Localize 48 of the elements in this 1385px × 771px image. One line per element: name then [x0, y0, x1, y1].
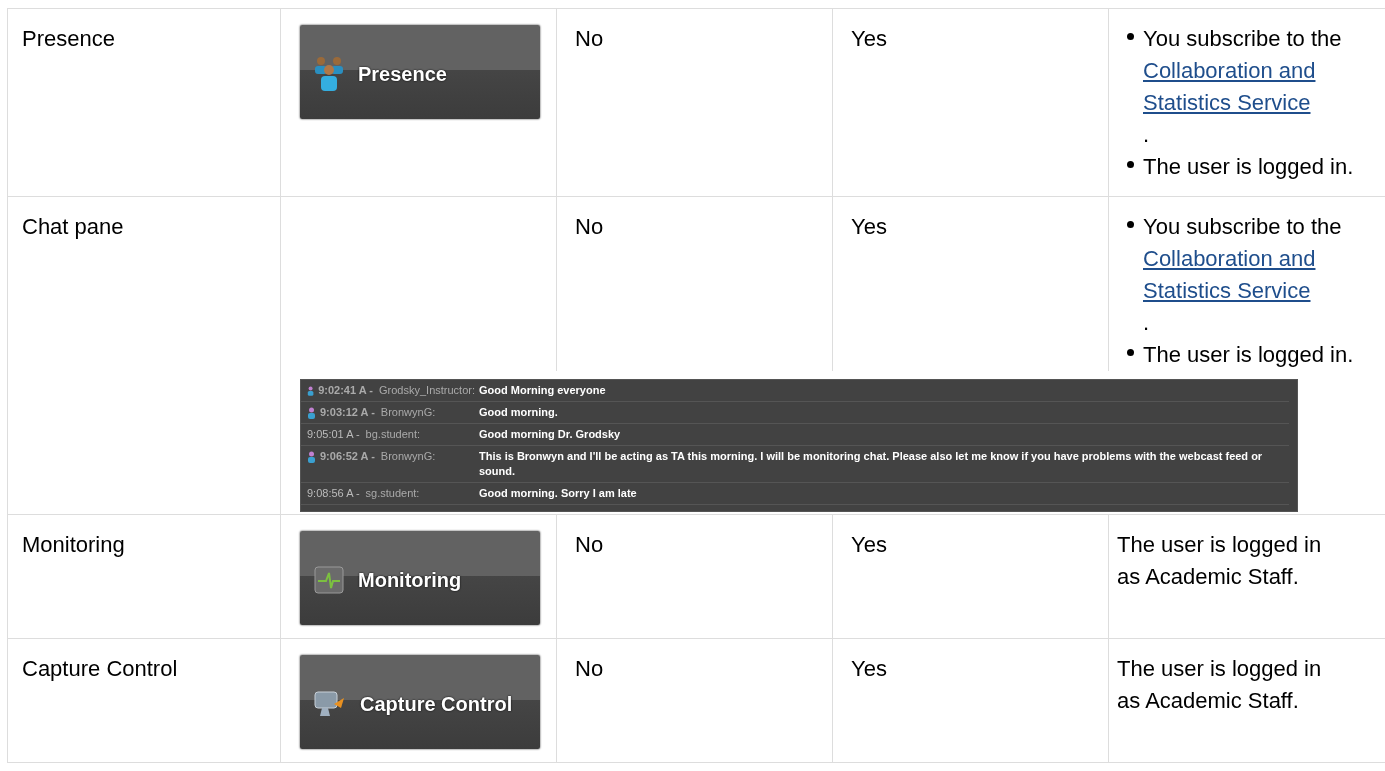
cell-text: No	[575, 214, 604, 239]
chat-sender: bg.student:	[365, 427, 421, 442]
chat-sender: Grodsky_Instructor:	[379, 383, 475, 398]
cell-text: No	[575, 532, 604, 557]
cell-text: No	[575, 26, 604, 51]
feature-name: Presence	[22, 26, 115, 51]
person-icon	[307, 385, 315, 397]
chat-sender: BronwynG:	[380, 449, 436, 464]
cell-text: No	[575, 656, 604, 681]
toolbar-label: Monitoring	[358, 568, 462, 593]
chat-message: Good Morning everyone	[479, 383, 606, 398]
chat-sender: sg.student:	[365, 486, 420, 501]
requirement-text: You subscribe to the Collaboration and Statistics Service .	[1143, 23, 1358, 151]
requirement-text: You subscribe to the Collaboration and Statistics Service .	[1143, 211, 1358, 339]
feature-name: Capture Control	[22, 656, 178, 681]
requirement-text: The user is logged in.	[1143, 341, 1355, 369]
requirement-text: The user is logged in as Academic Staff.	[1117, 655, 1323, 715]
chat-message: Good morning. Sorry I am late	[479, 486, 637, 501]
chat-timestamp: 9:05:01 A -	[307, 427, 360, 442]
toolbar-label: Presence	[358, 62, 447, 87]
service-link[interactable]: Collaboration and Statistics Service	[1143, 243, 1358, 307]
people-icon	[314, 55, 344, 93]
cell-text: Yes	[851, 656, 887, 681]
chat-message: This is Bronwyn and I'll be acting as TA this morning. I will be monitoring chat. Please also let me know if you have problems with the webcast feed or sound.	[479, 449, 1264, 479]
chat-timestamp: 9:08:56 A -	[307, 486, 360, 501]
requirement-text: The user is logged in.	[1143, 153, 1355, 181]
cell-text: Yes	[851, 214, 887, 239]
cell-text: Yes	[851, 26, 887, 51]
requirement-text: The user is logged in as Academic Staff.	[1117, 531, 1323, 591]
chat-sender: BronwynG:	[380, 405, 436, 420]
chat-message: Good morning Dr. Grodsky	[479, 427, 621, 442]
cell-text: Yes	[851, 532, 887, 557]
bullet-icon	[1126, 349, 1134, 356]
chat-timestamp: 9:06:52 A -	[320, 449, 375, 464]
monitor-icon	[314, 566, 344, 594]
person-icon	[307, 451, 316, 463]
toolbar-label: Capture Control	[360, 692, 513, 717]
bullet-icon	[1126, 221, 1134, 228]
camera-icon	[314, 690, 346, 718]
bullet-icon	[1126, 161, 1134, 168]
service-link[interactable]: Collaboration and Statistics Service	[1143, 55, 1358, 119]
chat-timestamp: 9:03:12 A -	[320, 405, 375, 420]
person-icon	[307, 407, 316, 419]
chat-message: Good morning.	[479, 405, 558, 420]
feature-name: Monitoring	[22, 532, 125, 557]
chat-timestamp: 9:02:41 A -	[318, 383, 373, 398]
bullet-icon	[1126, 33, 1134, 40]
feature-name: Chat pane	[22, 214, 124, 239]
